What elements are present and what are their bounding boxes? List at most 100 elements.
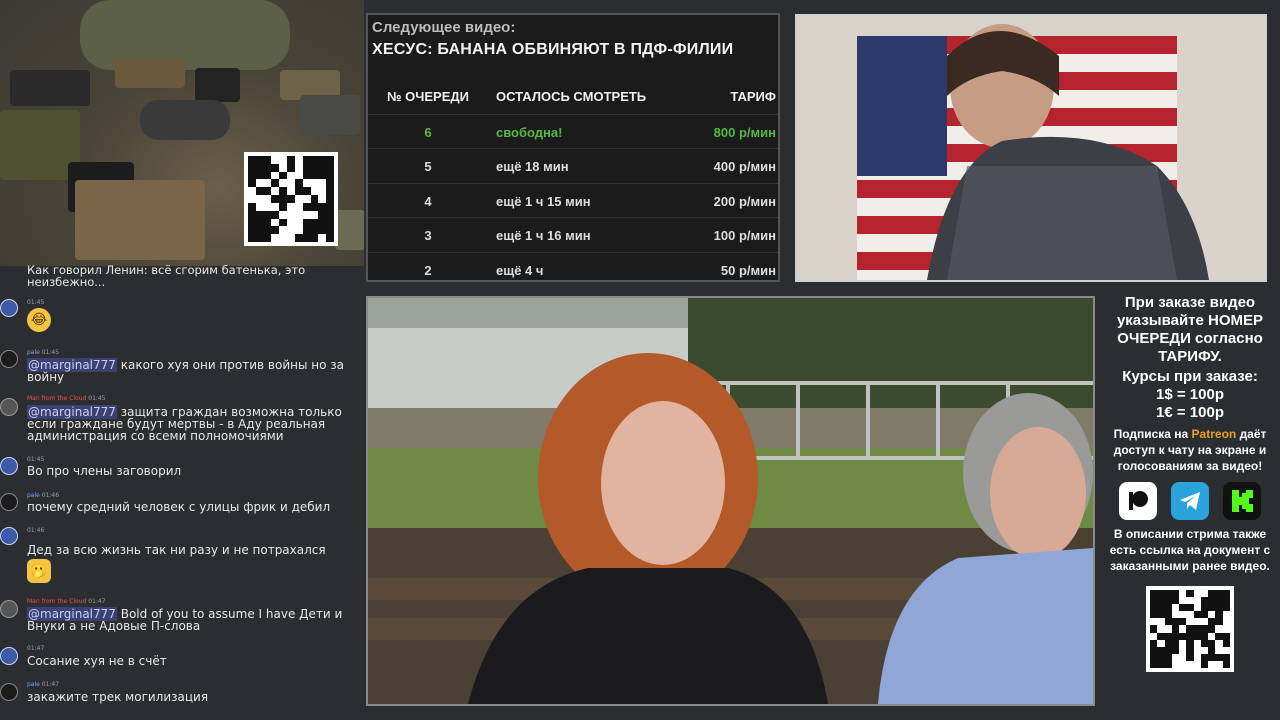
chat-meta: 01:45	[27, 299, 44, 307]
queue-rate: 400 р/мин	[713, 159, 776, 174]
camo-net	[80, 0, 290, 70]
column-header: ТАРИФ	[730, 89, 776, 104]
qr-code-icon	[1146, 586, 1234, 672]
queue-remaining: свободна!	[496, 124, 563, 140]
chat-timestamp: 01:47	[27, 645, 45, 652]
chat-meta: pale 01:47	[27, 681, 59, 689]
chat-username: pale	[27, 349, 40, 356]
chat-username: Man from the Cloud	[27, 395, 87, 402]
video-scene	[368, 298, 1093, 704]
queue-table-header: № ОЧЕРЕДИ ОСТАЛОСЬ СМОТРЕТЬ ТАРИФ	[368, 79, 778, 114]
chat-message-text: закажите трек могилизация	[27, 690, 209, 704]
chat-meta: pale 01:45	[27, 349, 59, 357]
document-note: В описании стрима также есть ссылка на д…	[1109, 527, 1271, 573]
rates-title: Курсы при заказе:	[1122, 368, 1258, 385]
queue-number: 6	[424, 124, 432, 140]
user-avatar	[0, 600, 18, 618]
chat-message-text: @marginal777 какого хуя они против войны…	[27, 358, 344, 384]
webcam-feed	[795, 14, 1267, 282]
drone-controller	[195, 68, 240, 102]
chat-timestamp: 01:45	[88, 395, 106, 402]
eur-rate: 1€ = 100р	[1156, 404, 1224, 421]
promo-image	[0, 0, 364, 266]
queue-row: 3 ещё 1 ч 16 мин 100 р/мин	[368, 217, 778, 252]
laughing-emoji-icon: 😂	[27, 308, 51, 332]
drone	[140, 100, 230, 140]
column-header: № ОЧЕРЕДИ	[387, 89, 469, 104]
chat-username: pale	[27, 492, 40, 499]
chat-panel: Как говорил Ленин: всё сгорим батенька, …	[0, 262, 364, 720]
chat-timestamp: 01:46	[27, 527, 45, 534]
chat-meta: Man from the Cloud 01:47	[27, 598, 106, 606]
queue-remaining: ещё 1 ч 15 мин	[496, 193, 591, 209]
queue-row: 6 свободна! 800 р/мин	[368, 113, 778, 149]
social-links	[1100, 482, 1280, 520]
face-emoji-icon: 🫢	[27, 559, 51, 583]
user-avatar	[0, 457, 18, 475]
chat-username: Man from the Cloud	[27, 598, 87, 605]
chat-message-text: Во про члены заговорил	[27, 464, 182, 478]
chat-meta: 01:46	[27, 527, 44, 535]
queue-heading: Следующее видео:	[372, 19, 516, 36]
user-avatar	[0, 527, 18, 545]
queue-rate: 50 р/мин	[720, 262, 776, 278]
chat-message-text: @marginal777 защита граждан возможна тол…	[27, 405, 342, 443]
order-note: При заказе видео указывайте НОМЕР ОЧЕРЕД…	[1116, 294, 1264, 365]
user-avatar	[0, 398, 18, 416]
gear-case	[10, 70, 90, 106]
video-queue-panel: Следующее видео: ХЕСУС: БАНАНА ОБВИНЯЮТ …	[366, 13, 780, 282]
kick-icon[interactable]	[1223, 482, 1261, 520]
user-avatar	[0, 683, 18, 701]
chat-timestamp: 01:45	[27, 299, 45, 306]
chat-meta: Man from the Cloud 01:45	[27, 395, 106, 403]
bag	[75, 180, 205, 260]
qr-code-icon	[244, 152, 338, 246]
gear-strap	[335, 210, 364, 250]
queue-remaining: ещё 1 ч 16 мин	[496, 228, 591, 243]
queue-number: 2	[424, 262, 432, 278]
telegram-icon[interactable]	[1171, 482, 1209, 520]
gear-pouch	[115, 58, 185, 88]
next-video-title: ХЕСУС: БАНАНА ОБВИНЯЮТ В ПДФ-ФИЛИИ	[372, 41, 734, 58]
user-avatar	[0, 350, 18, 368]
queue-row: 5 ещё 18 мин 400 р/мин	[368, 148, 778, 183]
queue-number: 3	[424, 228, 432, 243]
queue-number: 4	[424, 193, 432, 209]
chat-meta: 01:47	[27, 645, 44, 653]
queue-rate: 800 р/мин	[713, 124, 776, 140]
stream-overlay: Как говорил Ленин: всё сгорим батенька, …	[0, 0, 1280, 720]
user-avatar	[0, 493, 18, 511]
chat-username: pale	[27, 681, 40, 688]
chat-timestamp: 01:45	[41, 349, 60, 356]
queue-rate: 200 р/мин	[713, 193, 776, 209]
queue-remaining: ещё 18 мин	[496, 159, 569, 174]
drone-part	[300, 95, 360, 135]
chat-message-text: Дед за всю жизнь так ни разу и не потрах…	[27, 543, 326, 557]
webcam-scene	[797, 16, 1265, 280]
chat-timestamp: 01:46	[41, 492, 60, 499]
chat-message-text: @marginal777 Bold of you to assume I hav…	[27, 607, 343, 633]
user-avatar	[0, 647, 18, 665]
info-column: При заказе видео указывайте НОМЕР ОЧЕРЕД…	[1100, 290, 1280, 672]
queue-row: 4 ещё 1 ч 15 мин 200 р/мин	[368, 182, 778, 218]
queue-number: 5	[424, 159, 432, 174]
chat-timestamp: 01:47	[88, 598, 106, 605]
queue-table: № ОЧЕРЕДИ ОСТАЛОСЬ СМОТРЕТЬ ТАРИФ 6 своб…	[368, 79, 778, 286]
patreon-icon[interactable]	[1119, 482, 1157, 520]
chat-message-text: почему средний человек с улицы фрик и де…	[27, 500, 331, 514]
queue-rate: 100 р/мин	[713, 228, 776, 243]
chat-timestamp: 01:47	[41, 681, 60, 688]
chat-meta: pale 01:46	[27, 492, 59, 500]
main-video	[366, 296, 1095, 706]
subscription-note: Подписка на Patreon даёт доступ к чату н…	[1113, 427, 1267, 473]
queue-remaining: ещё 4 ч	[496, 262, 544, 278]
user-avatar	[0, 299, 18, 317]
chat-timestamp: 01:45	[27, 456, 45, 463]
chat-message-text: Как говорил Ленин: всё сгорим батенька, …	[27, 263, 306, 289]
patreon-link[interactable]: Patreon	[1192, 427, 1237, 441]
chat-message-text: Сосание хуя не в счёт	[27, 654, 167, 668]
queue-row: 2 ещё 4 ч 50 р/мин	[368, 251, 778, 287]
usd-rate: 1$ = 100р	[1156, 386, 1224, 403]
chat-meta: 01:45	[27, 456, 44, 464]
column-header: ОСТАЛОСЬ СМОТРЕТЬ	[496, 89, 647, 104]
